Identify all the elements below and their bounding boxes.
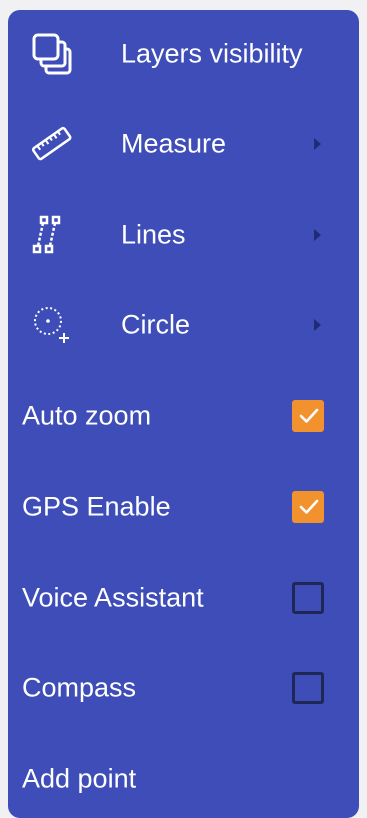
ruler-icon — [30, 122, 74, 166]
chevron-right-icon — [314, 319, 321, 331]
menu-item-label: Compass — [22, 672, 137, 703]
menu-item-label: Circle — [121, 309, 191, 340]
gps-enable-checkbox[interactable] — [292, 491, 324, 523]
menu-item-voice-assistant[interactable]: Voice Assistant — [8, 562, 359, 634]
chevron-right-icon — [314, 229, 321, 241]
menu-item-compass[interactable]: Compass — [8, 652, 359, 724]
menu-item-label: Add point — [22, 763, 137, 794]
overflow-menu: Layers visibility Measure Lines Circle A… — [8, 10, 359, 818]
menu-item-label: Voice Assistant — [22, 582, 204, 613]
menu-item-label: Auto zoom — [22, 400, 152, 431]
circle-add-icon — [30, 303, 74, 347]
voice-assistant-checkbox[interactable] — [292, 582, 324, 614]
chevron-right-icon — [314, 138, 321, 150]
checkmark-icon — [299, 408, 319, 423]
menu-item-auto-zoom[interactable]: Auto zoom — [8, 380, 359, 452]
menu-item-label: Measure — [121, 128, 227, 159]
menu-item-measure[interactable]: Measure — [8, 108, 359, 180]
menu-item-gps-enable[interactable]: GPS Enable — [8, 471, 359, 543]
menu-item-lines[interactable]: Lines — [8, 199, 359, 271]
menu-item-label: GPS Enable — [22, 491, 171, 522]
auto-zoom-checkbox[interactable] — [292, 400, 324, 432]
compass-checkbox[interactable] — [292, 672, 324, 704]
menu-item-label: Lines — [121, 219, 186, 250]
menu-item-layers-visibility[interactable]: Layers visibility — [8, 18, 359, 90]
checkmark-icon — [299, 499, 319, 514]
menu-item-add-point[interactable]: Add point — [8, 743, 359, 815]
menu-item-circle[interactable]: Circle — [8, 289, 359, 361]
polyline-icon — [30, 213, 74, 257]
menu-item-label: Layers visibility — [121, 38, 303, 69]
layers-icon — [30, 32, 74, 76]
